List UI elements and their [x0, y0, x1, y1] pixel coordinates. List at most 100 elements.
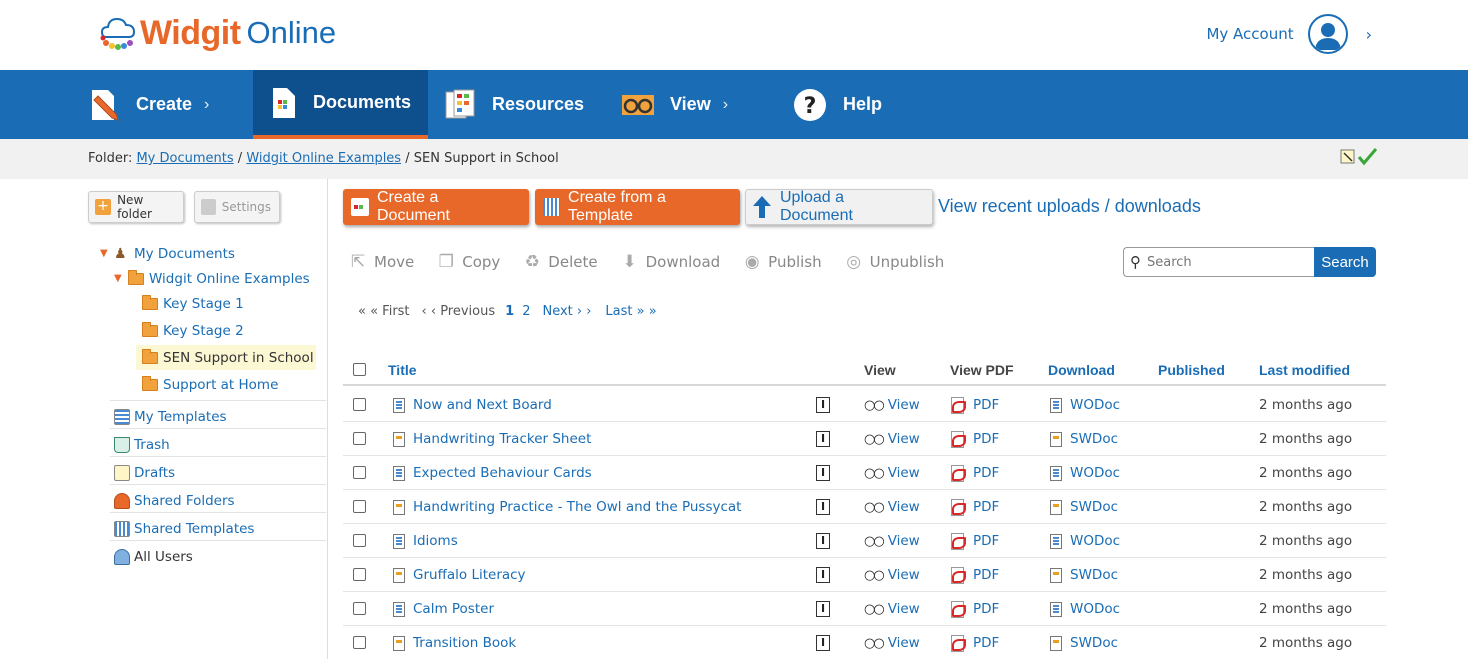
col-download[interactable]: Download — [1048, 362, 1115, 378]
document-title-link[interactable]: Now and Next Board — [393, 397, 552, 413]
text-mode-button[interactable]: I — [816, 567, 830, 583]
text-mode-button[interactable]: I — [816, 465, 830, 481]
pdf-link[interactable]: PDF — [950, 431, 999, 448]
pdf-link[interactable]: PDF — [950, 465, 999, 482]
download-doc-link[interactable]: WODoc — [1050, 397, 1120, 413]
search-button[interactable]: Search — [1314, 247, 1376, 277]
pagination: « « First ‹ ‹ Previous 1 2 Next › › Last… — [358, 304, 665, 319]
document-title-link[interactable]: Calm Poster — [393, 601, 494, 617]
tree-item-widgit-examples[interactable]: ▼ Widgit Online Examples — [114, 266, 310, 291]
view-link[interactable]: ○○ View — [864, 431, 920, 447]
document-title-link[interactable]: Handwriting Tracker Sheet — [393, 431, 591, 447]
row-checkbox[interactable] — [353, 534, 366, 547]
row-checkbox[interactable] — [353, 500, 366, 513]
nav-resources[interactable]: Resources — [444, 70, 584, 139]
document-title-link[interactable]: Transition Book — [393, 635, 516, 651]
view-link[interactable]: ○○ View — [864, 601, 920, 617]
select-all-checkbox[interactable] — [353, 363, 366, 376]
text-mode-button[interactable]: I — [816, 431, 830, 447]
row-checkbox[interactable] — [353, 432, 366, 445]
search-input[interactable] — [1147, 254, 1297, 270]
sidebar-item-all-users[interactable]: All Users — [114, 544, 193, 569]
text-mode-button[interactable]: I — [816, 601, 830, 617]
col-title[interactable]: Title — [388, 362, 417, 378]
nav-view[interactable]: View › — [622, 70, 728, 139]
delete-button[interactable]: ♻ Delete — [522, 252, 598, 272]
pdf-link[interactable]: PDF — [950, 601, 999, 618]
create-from-template-button[interactable]: Create from a Template — [535, 189, 740, 225]
nav-documents[interactable]: Documents — [253, 70, 428, 139]
tree-item-support-home[interactable]: Support at Home — [142, 372, 278, 397]
download-doc-link[interactable]: SWDoc — [1050, 499, 1118, 515]
publish-button[interactable]: ◉ Publish — [742, 252, 822, 272]
download-doc-link[interactable]: SWDoc — [1050, 567, 1118, 583]
pager-page-1[interactable]: 1 — [505, 304, 514, 319]
sidebar-item-my-templates[interactable]: My Templates — [114, 404, 227, 429]
pdf-link[interactable]: PDF — [950, 397, 999, 414]
nav-create[interactable]: Create › — [90, 70, 209, 139]
tree-item-sen-support[interactable]: SEN Support in School — [136, 345, 316, 370]
tree-item-my-documents[interactable]: ▼ ♟ My Documents — [100, 241, 235, 266]
upload-document-button[interactable]: Upload a Document — [745, 189, 933, 225]
row-checkbox[interactable] — [353, 602, 366, 615]
view-link[interactable]: ○○ View — [864, 465, 920, 481]
text-mode-button[interactable]: I — [816, 499, 830, 515]
recent-uploads-link[interactable]: View recent uploads / downloads — [938, 196, 1201, 217]
folder-icon — [142, 321, 158, 337]
row-checkbox[interactable] — [353, 466, 366, 479]
col-last-modified[interactable]: Last modified — [1259, 362, 1350, 378]
pdf-link[interactable]: PDF — [950, 635, 999, 652]
document-title-link[interactable]: Gruffalo Literacy — [393, 567, 526, 583]
pager-page-2[interactable]: 2 — [522, 304, 530, 319]
settings-button[interactable]: Settings — [194, 191, 280, 223]
new-folder-button[interactable]: + New folder — [88, 191, 184, 223]
text-mode-button[interactable]: I — [816, 397, 830, 413]
pager-last[interactable]: Last » » — [605, 304, 656, 319]
create-document-button[interactable]: Create a Document — [343, 189, 529, 225]
pdf-link[interactable]: PDF — [950, 533, 999, 550]
pdf-link[interactable]: PDF — [950, 499, 999, 516]
download-doc-link[interactable]: SWDoc — [1050, 431, 1118, 447]
edit-check-icon[interactable] — [1340, 147, 1380, 167]
tree-item-key-stage-2[interactable]: Key Stage 2 — [142, 318, 244, 343]
document-title-link[interactable]: Expected Behaviour Cards — [393, 465, 592, 481]
sidebar-item-drafts[interactable]: Drafts — [114, 460, 175, 485]
download-doc-link[interactable]: WODoc — [1050, 601, 1120, 617]
move-button[interactable]: ⇱ Move — [348, 252, 414, 272]
row-checkbox[interactable] — [353, 636, 366, 649]
download-doc-link[interactable]: SWDoc — [1050, 635, 1118, 651]
row-checkbox[interactable] — [353, 398, 366, 411]
download-doc-link[interactable]: WODoc — [1050, 533, 1120, 549]
my-account-menu[interactable]: My Account › — [1206, 14, 1372, 54]
tree-item-label: SEN Support in School — [163, 349, 314, 366]
view-link[interactable]: ○○ View — [864, 567, 920, 583]
widgit-logo[interactable]: Widgit Online — [98, 10, 336, 56]
download-button[interactable]: ⬇ Download — [620, 252, 720, 272]
download-doc-link[interactable]: WODoc — [1050, 465, 1120, 481]
pager-next[interactable]: Next › › — [542, 304, 591, 319]
view-link[interactable]: ○○ View — [864, 397, 920, 413]
nav-help[interactable]: ? Help — [793, 70, 882, 139]
view-link[interactable]: ○○ View — [864, 635, 920, 651]
document-title-link[interactable]: Idioms — [393, 533, 458, 549]
breadcrumb-widgit-examples[interactable]: Widgit Online Examples — [246, 151, 401, 166]
view-link[interactable]: ○○ View — [864, 499, 920, 515]
document-title-link[interactable]: Handwriting Practice - The Owl and the P… — [393, 499, 741, 515]
sidebar-item-trash[interactable]: Trash — [114, 432, 170, 457]
copy-button[interactable]: ❐ Copy — [436, 252, 501, 272]
col-published[interactable]: Published — [1158, 362, 1225, 378]
unpublish-button[interactable]: ◎ Unpublish — [844, 252, 944, 272]
sidebar-item-shared-folders[interactable]: Shared Folders — [114, 488, 235, 513]
breadcrumb-my-documents[interactable]: My Documents — [136, 151, 233, 166]
row-checkbox[interactable] — [353, 568, 366, 581]
pager-previous[interactable]: ‹ ‹ Previous — [422, 304, 496, 319]
pdf-link[interactable]: PDF — [950, 567, 999, 584]
text-mode-button[interactable]: I — [816, 533, 830, 549]
sidebar-item-shared-templates[interactable]: Shared Templates — [114, 516, 254, 541]
view-link[interactable]: ○○ View — [864, 533, 920, 549]
pdf-icon — [950, 601, 966, 618]
text-mode-button[interactable]: I — [816, 635, 830, 651]
nav-view-label: View — [670, 94, 711, 114]
pager-first[interactable]: « « First — [358, 304, 410, 319]
tree-item-key-stage-1[interactable]: Key Stage 1 — [142, 291, 244, 316]
